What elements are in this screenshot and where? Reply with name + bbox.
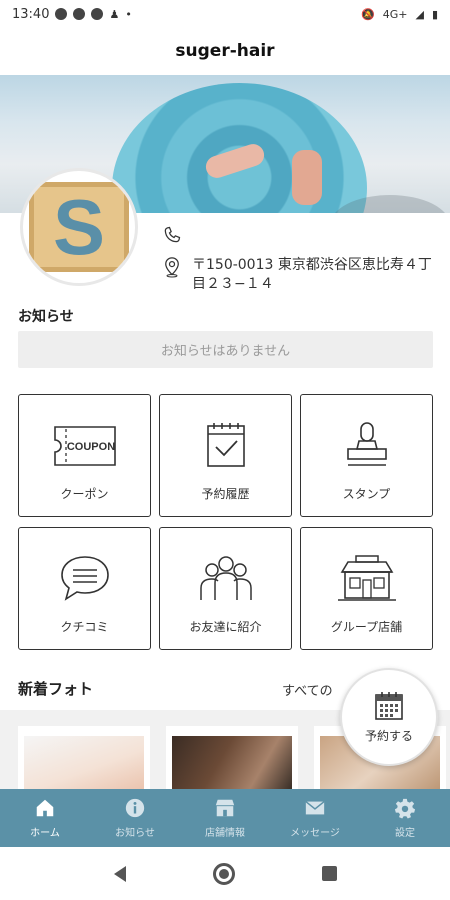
- stamp-label: スタンプ: [342, 487, 391, 501]
- shop-address: 〒150-0013 東京都渋谷区恵比寿４丁目２３−１４: [192, 257, 432, 292]
- tab-message[interactable]: メッセージ: [270, 789, 360, 847]
- tab-news-label: お知らせ: [115, 828, 155, 839]
- facebook-notification-icon-2: [91, 8, 104, 20]
- app-title: suger-hair: [175, 41, 275, 61]
- tab-store-info[interactable]: 店舗情報: [180, 789, 270, 847]
- photo-thumbnail[interactable]: [166, 726, 298, 790]
- facebook-notification-icon: [73, 8, 86, 20]
- see-all-photos-link[interactable]: すべての: [282, 680, 333, 699]
- calendar-icon: [375, 691, 403, 720]
- reservation-history-button[interactable]: 予約履歴: [159, 394, 292, 517]
- logo-letter: S: [52, 183, 106, 271]
- more-notifications-icon: •: [125, 7, 132, 21]
- home-icon: [36, 799, 54, 817]
- tab-home[interactable]: ホーム: [0, 789, 90, 847]
- info-icon: [125, 798, 145, 818]
- stamp-button[interactable]: スタンプ: [300, 394, 433, 517]
- tab-news[interactable]: お知らせ: [90, 789, 180, 847]
- gear-icon: [394, 798, 416, 819]
- calendar-check-icon: [206, 423, 245, 467]
- coupon-button[interactable]: COUPON クーポン: [18, 394, 151, 517]
- tab-message-label: メッセージ: [290, 828, 340, 839]
- reserve-button[interactable]: 予約する: [340, 668, 438, 766]
- signal-icon: ◢: [415, 7, 424, 21]
- location-pin-icon: [165, 257, 179, 278]
- mute-icon: 🔕: [361, 7, 375, 21]
- review-button[interactable]: クチコミ: [18, 527, 151, 650]
- new-photos-title: 新着フォト: [18, 680, 94, 698]
- app-bar: suger-hair: [0, 28, 450, 74]
- group-people-icon: [199, 556, 252, 600]
- chat-notification-icon: [55, 8, 68, 20]
- storefront-icon: [337, 555, 396, 601]
- store-icon: [215, 799, 235, 817]
- status-time: 13:40: [12, 6, 50, 22]
- stamp-icon: [346, 422, 387, 466]
- speech-bubble-icon: [60, 556, 109, 601]
- coupon-label: クーポン: [60, 487, 109, 501]
- review-label: クチコミ: [60, 620, 109, 634]
- coupon-icon: COUPON: [53, 426, 116, 466]
- group-stores-button[interactable]: グループ店舗: [300, 527, 433, 650]
- person-notification-icon: ♟: [109, 7, 120, 21]
- refer-friend-button[interactable]: お友達に紹介: [159, 527, 292, 650]
- group-stores-label: グループ店舗: [330, 620, 403, 634]
- back-icon[interactable]: [113, 865, 126, 882]
- address-row[interactable]: 〒150-0013 東京都渋谷区恵比寿４丁目２３−１４: [162, 256, 442, 294]
- tab-settings-label: 設定: [395, 828, 415, 839]
- tab-home-label: ホーム: [30, 828, 60, 839]
- phone-row[interactable]: [162, 224, 442, 246]
- svg-text:COUPON: COUPON: [66, 441, 114, 453]
- bottom-tab-bar: ホーム お知らせ 店舗情報 メッセージ 設定: [0, 789, 450, 847]
- system-navigation-bar: [0, 847, 450, 900]
- battery-icon: ▮: [431, 7, 438, 21]
- tab-settings[interactable]: 設定: [360, 789, 450, 847]
- phone-icon[interactable]: [162, 224, 182, 246]
- photo-thumbnail[interactable]: [18, 726, 150, 790]
- menu-grid: COUPON クーポン 予約履歴 スタンプ クチコミ お友達に紹介 グループ店舗: [18, 394, 434, 650]
- notice-empty-box: お知らせはありません: [18, 331, 433, 368]
- reserve-label: 予約する: [364, 728, 413, 743]
- recent-apps-icon[interactable]: [321, 866, 337, 881]
- envelope-icon: [305, 801, 325, 815]
- network-type: 4G+: [382, 7, 408, 21]
- home-circle-icon[interactable]: [212, 862, 235, 885]
- shop-contact-info: 〒150-0013 東京都渋谷区恵比寿４丁目２３−１４: [162, 224, 442, 294]
- reservation-history-label: 予約履歴: [201, 487, 250, 501]
- shop-logo-avatar: S: [20, 168, 138, 286]
- tab-store-info-label: 店舗情報: [205, 828, 245, 839]
- notice-section-title: お知らせ: [18, 309, 74, 325]
- status-bar: 13:40 ♟ • 🔕 4G+ ◢ ▮: [0, 0, 450, 28]
- refer-friend-label: お友達に紹介: [189, 620, 262, 634]
